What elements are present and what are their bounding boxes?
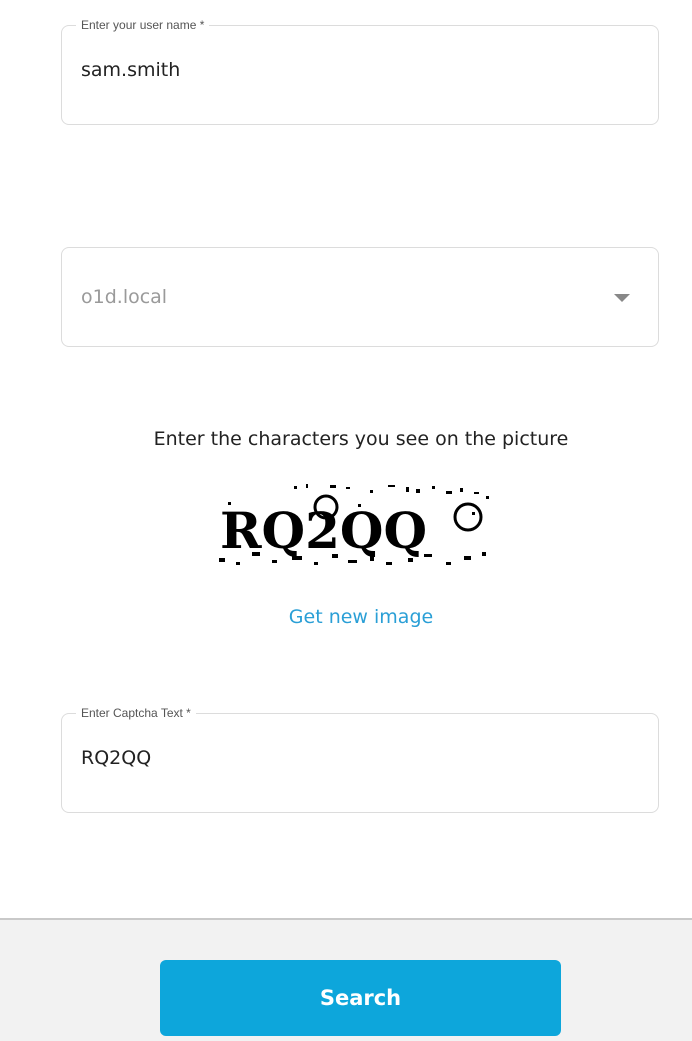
svg-text:RQ2QQ: RQ2QQ	[220, 501, 427, 560]
footer-bar: Search	[0, 918, 692, 1041]
username-input[interactable]	[81, 56, 621, 84]
search-button[interactable]: Search	[160, 960, 561, 1036]
captcha-prompt: Enter the characters you see on the pict…	[153, 428, 569, 450]
captcha-input[interactable]	[81, 744, 621, 772]
username-field[interactable]: Enter your user name *	[61, 17, 659, 125]
domain-select[interactable]: o1d.local	[61, 247, 659, 347]
captcha-label: Enter Captcha Text *	[76, 705, 196, 721]
domain-selected-value: o1d.local	[81, 286, 168, 308]
chevron-down-icon[interactable]	[614, 294, 630, 302]
get-new-image-link[interactable]: Get new image	[0, 606, 692, 628]
captcha-field[interactable]: Enter Captcha Text *	[61, 705, 659, 813]
captcha-image: RQ2QQ	[219, 484, 489, 565]
username-label: Enter your user name *	[76, 17, 210, 33]
